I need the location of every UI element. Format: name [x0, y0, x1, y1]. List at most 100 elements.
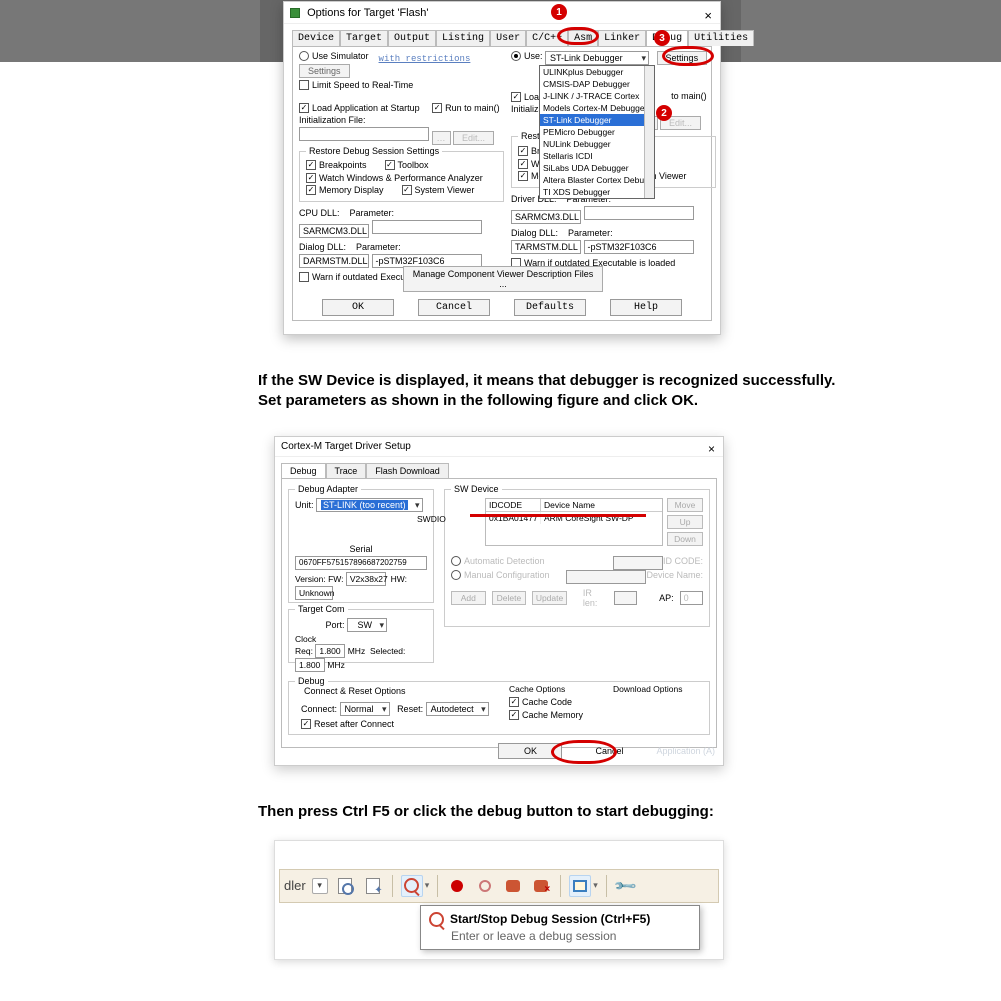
auto-detect-radio[interactable]: Automatic Detection [451, 556, 545, 566]
d2-tab-flash[interactable]: Flash Download [366, 463, 449, 478]
cancel-button[interactable]: Cancel [418, 299, 490, 316]
watch-check[interactable]: Watch Windows & Performance Analyzer [306, 173, 483, 183]
breakpoints-check[interactable]: Breakpoints [306, 160, 367, 170]
selected-label: Selected: [370, 646, 405, 656]
toolbox-check[interactable]: Toolbox [385, 160, 429, 170]
drv-dll-field[interactable]: SARMCM3.DLL [511, 210, 581, 224]
manage-components-button[interactable]: Manage Component Viewer Description File… [403, 266, 603, 292]
idcode-field [613, 556, 663, 570]
tab-asm[interactable]: Asm [568, 30, 598, 46]
fw-label: Version: FW: [295, 574, 344, 584]
down-button[interactable]: Down [667, 532, 703, 546]
init-file-browse[interactable]: … [432, 131, 451, 145]
dialog-buttons: OK Cancel Defaults Help [293, 299, 711, 316]
chevron-down-icon[interactable]: ▾ [312, 878, 328, 894]
close-icon[interactable]: × [708, 439, 715, 459]
dlgr-dll-field[interactable]: TARMSTM.DLL [511, 240, 581, 254]
cpu-dll-field[interactable]: SARMCM3.DLL [299, 224, 369, 238]
init-file-field[interactable] [299, 127, 429, 141]
use-debugger-radio[interactable]: Use: [511, 51, 543, 61]
reset-label: Reset: [397, 704, 423, 714]
bp-r-check[interactable]: Br [518, 146, 540, 156]
window-icon[interactable] [569, 875, 591, 897]
d2-tab-debug[interactable]: Debug [281, 463, 326, 478]
defaults-button[interactable]: Defaults [514, 299, 586, 316]
reset-after-check[interactable]: Reset after Connect [301, 719, 394, 729]
add-button[interactable]: Add [451, 591, 486, 605]
sim-settings-button[interactable]: Settings [299, 64, 350, 78]
breakpoint-enable-icon[interactable] [502, 875, 524, 897]
port-label: Port: [325, 620, 344, 630]
load-startup-check[interactable]: Load Application at Startup [299, 103, 420, 113]
dropdown-arrow-icon[interactable]: ▾ [593, 880, 598, 891]
dlg-dll-field[interactable]: DARMSTM.DLL [299, 254, 369, 268]
tab-target[interactable]: Target [340, 30, 388, 46]
devname-cell: ARM CoreSight SW-DP [541, 512, 662, 524]
document-search-icon[interactable] [334, 875, 356, 897]
dialog2-body: Debug Adapter Unit: ST-LINK (too recent)… [281, 478, 717, 748]
debugger-settings-button[interactable]: Settings [657, 51, 708, 65]
d2-tab-trace[interactable]: Trace [326, 463, 367, 478]
move-button[interactable]: Move [667, 498, 703, 512]
sysviewer-check[interactable]: System Viewer [402, 185, 475, 195]
tab-device[interactable]: Device [292, 30, 340, 46]
tab-utilities[interactable]: Utilities [688, 30, 754, 46]
ok-button[interactable]: OK [322, 299, 394, 316]
irlen-field [614, 591, 637, 605]
d2-cancel-button[interactable]: Cancel [580, 744, 638, 758]
memdisplay-check[interactable]: Memory Display [306, 185, 384, 195]
debug-icon[interactable] [401, 875, 423, 897]
tooltip-subtitle: Enter or leave a debug session [451, 929, 691, 943]
limit-speed-check[interactable]: Limit Speed to Real-Time [299, 80, 413, 90]
run-to-main-check[interactable]: Run to main() [432, 103, 500, 113]
init-file-edit[interactable]: Edit... [453, 131, 494, 145]
tab-linker[interactable]: Linker [598, 30, 646, 46]
sel-field: 1.800 [295, 658, 325, 672]
port-select[interactable]: SW [347, 618, 387, 632]
tab-listing[interactable]: Listing [436, 30, 490, 46]
idcode-cell: 0x1BA01477 [486, 512, 541, 524]
unit-select[interactable]: ST-LINK (too recent) [316, 498, 423, 512]
update-button[interactable]: Update [532, 591, 567, 605]
param-label: Parameter: [350, 208, 395, 218]
breakpoint-ring-icon[interactable] [474, 875, 496, 897]
tab-user[interactable]: User [490, 30, 526, 46]
debugger-select[interactable]: ST-Link Debugger [545, 51, 649, 65]
dlgr-dll-label: Dialog DLL: [511, 228, 558, 238]
restrictions-link[interactable]: with restrictions [379, 54, 471, 64]
cache-code-check[interactable]: Cache Code [509, 697, 572, 707]
cache-mem-check[interactable]: Cache Memory [509, 710, 583, 720]
breakpoint-icon[interactable] [446, 875, 468, 897]
drv-param-field[interactable] [584, 206, 694, 220]
init-edit-r[interactable]: Edit... [660, 116, 701, 130]
dlgr-param-field[interactable]: -pSTM32F103C6 [584, 240, 694, 254]
delete-button[interactable]: Delete [492, 591, 527, 605]
dlg-dll-label: Dialog DLL: [299, 242, 346, 252]
up-button[interactable]: Up [667, 515, 703, 529]
manual-config-radio[interactable]: Manual Configuration [451, 570, 550, 580]
breakpoint-disable-icon[interactable] [530, 875, 552, 897]
tooltip-title: Start/Stop Debug Session (Ctrl+F5) [450, 912, 650, 926]
dialog2-tabs: Debug Trace Flash Download [275, 457, 723, 478]
use-simulator-radio[interactable]: Use Simulator [299, 51, 369, 61]
ap-field[interactable]: 0 [680, 591, 703, 605]
toolbar: dler ▾ ▾ ▾ 🔧 [279, 869, 719, 903]
reset-select[interactable]: Autodetect [426, 702, 489, 716]
tab-cxx[interactable]: C/C++ [526, 30, 568, 46]
debugger-dropdown-list[interactable]: ULINKplus Debugger CMSIS-DAP Debugger J-… [539, 65, 655, 199]
connect-select[interactable]: Normal [340, 702, 390, 716]
tab-debug[interactable]: Debug [646, 30, 688, 46]
fw-field: V2x38x27 [346, 572, 386, 586]
wrench-icon[interactable]: 🔧 [615, 875, 637, 897]
cpu-param-field[interactable] [372, 220, 482, 234]
tab-output[interactable]: Output [388, 30, 436, 46]
d2-ok-button[interactable]: OK [498, 743, 562, 759]
req-field[interactable]: 1.800 [315, 644, 345, 658]
separator [392, 875, 393, 897]
document-gear-icon[interactable] [362, 875, 384, 897]
serial-field: 0670FF575157896687202759 [295, 556, 427, 570]
dropdown-scrollbar[interactable] [644, 66, 654, 198]
dropdown-arrow-icon[interactable]: ▾ [425, 880, 430, 891]
ap-label: AP: [659, 593, 674, 603]
help-button[interactable]: Help [610, 299, 682, 316]
